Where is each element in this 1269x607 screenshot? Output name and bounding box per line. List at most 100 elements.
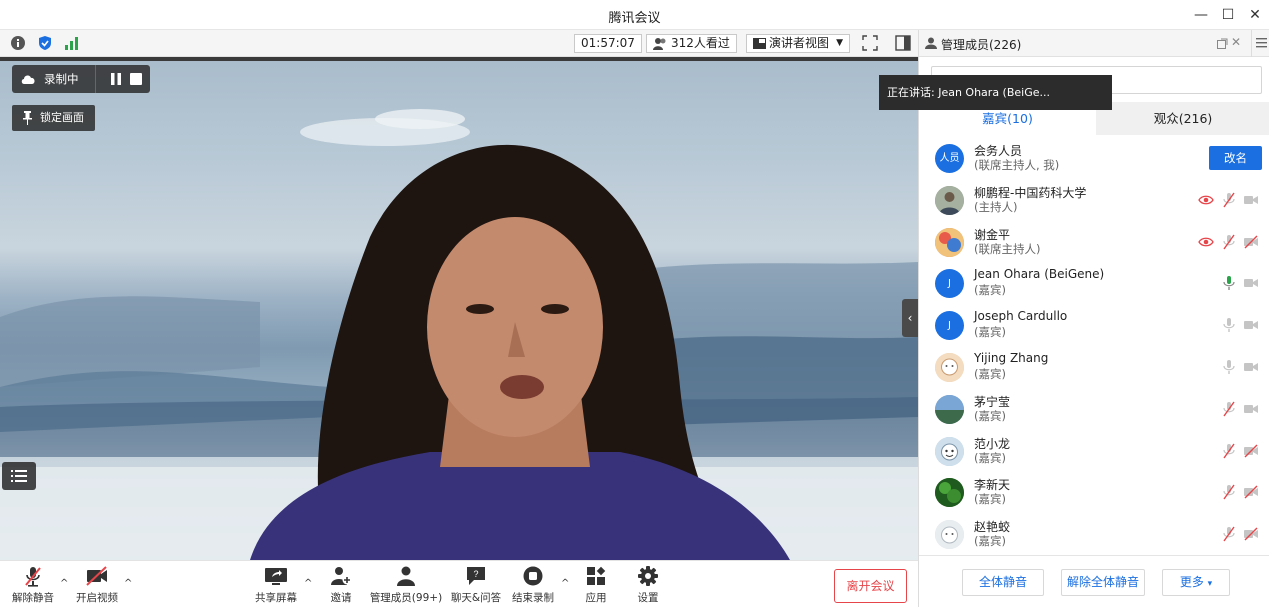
unmute-all-button[interactable]: 解除全体静音: [1061, 569, 1145, 596]
view-mode-label: 演讲者视图: [769, 36, 830, 50]
avatar: [935, 394, 964, 424]
tab-audience[interactable]: 观众(216): [1096, 102, 1269, 135]
hamburger-icon: [1256, 38, 1267, 48]
start-video-button[interactable]: 开启视频: [70, 565, 124, 605]
member-role: (嘉宾): [974, 366, 1006, 381]
more-label: 更多: [1179, 575, 1204, 589]
list-menu-button[interactable]: [2, 462, 36, 490]
chat-qa-button[interactable]: ? 聊天&问答: [448, 565, 504, 605]
record-options-caret[interactable]: ^: [561, 578, 569, 589]
mic-muted-icon[interactable]: [1221, 234, 1237, 250]
mute-all-button[interactable]: 全体静音: [962, 569, 1044, 596]
apps-button[interactable]: 应用: [580, 565, 612, 605]
speaker-video[interactable]: 录制中 锁定画面 ‹: [0, 57, 918, 560]
popout-icon[interactable]: [1217, 38, 1228, 49]
share-screen-button[interactable]: 共享屏幕: [252, 565, 300, 605]
camera-icon[interactable]: [1243, 317, 1259, 333]
mic-active-icon[interactable]: [1221, 275, 1237, 291]
audio-options-caret[interactable]: ^: [60, 578, 68, 589]
camera-off-icon[interactable]: [1243, 484, 1259, 500]
avatar-cartoon-icon: [935, 436, 964, 466]
list-item[interactable]: Yijing Zhang (嘉宾): [919, 347, 1269, 389]
camera-icon[interactable]: [1243, 192, 1259, 208]
member-name: Joseph Cardullo: [974, 309, 1068, 324]
shield-icon[interactable]: [37, 35, 53, 51]
settings-button[interactable]: 设置: [632, 565, 664, 605]
list-item[interactable]: 李新天 (嘉宾): [919, 472, 1269, 514]
avatar-photo-icon: [935, 394, 964, 424]
viewers-count[interactable]: 312人看过: [646, 34, 737, 53]
share-options-caret[interactable]: ^: [304, 578, 312, 589]
minimize-button[interactable]: —: [1190, 4, 1212, 26]
avatar: [935, 478, 964, 508]
list-item[interactable]: J Joseph Cardullo (嘉宾): [919, 305, 1269, 347]
rename-button[interactable]: 改名: [1209, 146, 1262, 170]
list-item[interactable]: 谢金平 (联席主持人): [919, 222, 1269, 264]
video-options-caret[interactable]: ^: [124, 578, 132, 589]
member-role: (嘉宾): [974, 325, 1006, 340]
camera-off-icon[interactable]: [1243, 234, 1259, 250]
tencent-meeting-window: 腾讯会议 — ☐ ✕ 01:57:07 312人看过 演讲者视图 ▼ 录制中 锁…: [0, 0, 1269, 607]
avatar: J: [935, 311, 964, 341]
member-name: Yijing Zhang: [974, 350, 1049, 365]
list-item[interactable]: J Jean Ohara (BeiGene) (嘉宾): [919, 263, 1269, 305]
eye-icon[interactable]: [1198, 192, 1214, 208]
recording-status: 录制中: [44, 72, 79, 86]
member-role: (嘉宾): [974, 492, 1006, 507]
list-item[interactable]: 人员 会务人员 (联席主持人, 我) 改名: [919, 138, 1269, 180]
chat-qa-label: 聊天&问答: [450, 592, 502, 604]
mic-icon[interactable]: [1221, 317, 1237, 333]
camera-off-icon[interactable]: [1243, 526, 1259, 542]
person-icon: [397, 566, 415, 586]
mic-icon[interactable]: [1221, 359, 1237, 375]
end-recording-button[interactable]: 结束录制: [508, 565, 558, 605]
signal-icon[interactable]: [64, 35, 80, 51]
sidebar-toggle-icon[interactable]: [895, 35, 911, 51]
manage-members-button[interactable]: 管理成员(99+): [368, 565, 444, 605]
mic-muted-icon[interactable]: [1221, 192, 1237, 208]
view-mode-dropdown[interactable]: 演讲者视图 ▼: [746, 34, 851, 53]
close-panel-icon[interactable]: ✕: [1231, 35, 1241, 49]
meeting-toolbar: 01:57:07 312人看过 演讲者视图 ▼: [0, 30, 918, 57]
list-item[interactable]: 柳鹏程-中国药科大学 (主持人): [919, 180, 1269, 222]
mic-muted-icon[interactable]: [1221, 443, 1237, 459]
unmute-button[interactable]: 解除静音: [8, 565, 58, 605]
close-button[interactable]: ✕: [1244, 4, 1266, 26]
avatar: [935, 185, 964, 215]
speaking-indicator: 正在讲话: Jean Ohara (BeiGe...: [879, 75, 1112, 110]
list-icon: [11, 470, 27, 482]
camera-off-icon[interactable]: [1243, 443, 1259, 459]
meeting-controls: 解除静音 ^ 开启视频 ^ 共享屏幕 ^ 邀请 管理成员(99+) ? 聊天&问…: [0, 560, 918, 607]
camera-icon[interactable]: [1243, 401, 1259, 417]
eye-icon[interactable]: [1198, 234, 1214, 250]
list-item[interactable]: 茅宁莹 (嘉宾): [919, 389, 1269, 431]
collapse-panel-button[interactable]: ‹: [902, 299, 918, 337]
camera-icon[interactable]: [1243, 275, 1259, 291]
maximize-button[interactable]: ☐: [1217, 4, 1239, 26]
list-item[interactable]: 范小龙 (嘉宾): [919, 431, 1269, 473]
lock-view-button[interactable]: 锁定画面: [12, 105, 95, 131]
avatar-cartoon-icon: [935, 352, 964, 382]
info-icon[interactable]: [10, 35, 26, 51]
leave-meeting-button[interactable]: 离开会议: [834, 569, 907, 603]
avatar-photo-icon: [935, 478, 964, 508]
more-button[interactable]: 更多 ▾: [1162, 569, 1230, 596]
mic-muted-icon[interactable]: [1221, 401, 1237, 417]
camera-icon[interactable]: [1243, 359, 1259, 375]
member-role: (嘉宾): [974, 450, 1006, 465]
mic-muted-icon[interactable]: [1221, 484, 1237, 500]
manage-members-label: 管理成员(99+): [369, 592, 443, 604]
members-panel-footer: 全体静音 解除全体静音 更多 ▾: [919, 555, 1269, 607]
invite-button[interactable]: 邀请: [322, 565, 360, 605]
chevron-left-icon: ‹: [907, 311, 913, 325]
mic-muted-icon[interactable]: [1221, 526, 1237, 542]
pause-recording-button[interactable]: [110, 73, 122, 85]
stop-recording-button[interactable]: [130, 73, 142, 85]
list-item[interactable]: 赵艳蛟 (嘉宾): [919, 514, 1269, 554]
fullscreen-icon[interactable]: [862, 35, 878, 51]
add-person-icon: [331, 567, 352, 585]
member-role: (嘉宾): [974, 283, 1006, 298]
panel-menu-button[interactable]: [1251, 30, 1269, 57]
lock-view-label: 锁定画面: [40, 111, 84, 124]
member-name: Jean Ohara (BeiGene): [974, 267, 1105, 282]
